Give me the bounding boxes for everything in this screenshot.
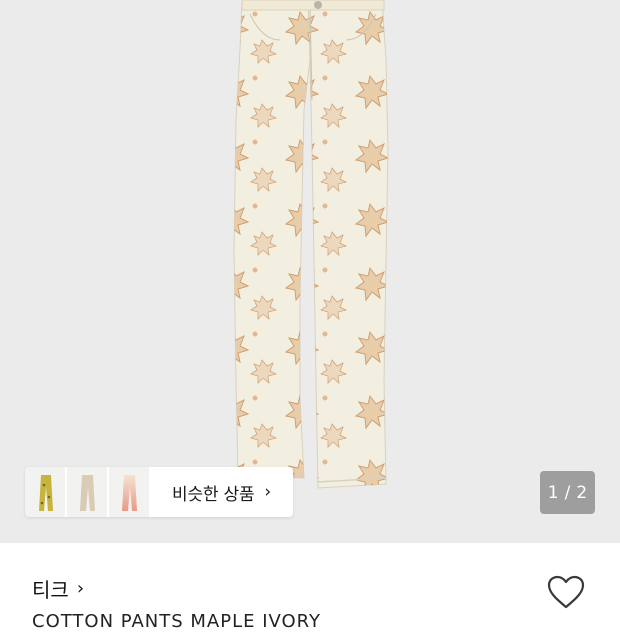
brand-name: 티크 bbox=[32, 578, 69, 602]
similar-thumbnail[interactable] bbox=[109, 467, 151, 517]
beige-pants-thumbnail bbox=[80, 475, 95, 511]
chevron-right-icon: › bbox=[264, 482, 272, 502]
leaf-print-pants-photo bbox=[233, 0, 389, 489]
similar-thumbnail[interactable] bbox=[25, 467, 67, 517]
chevron-right-icon: › bbox=[76, 578, 85, 599]
image-counter-total: 2 bbox=[576, 482, 588, 503]
similar-products-strip: 비슷한 상품 › bbox=[25, 467, 293, 517]
product-image-gallery[interactable]: 비슷한 상품 › 1 / 2 bbox=[0, 0, 620, 543]
heart-outline-icon bbox=[547, 575, 585, 609]
similar-thumbnail[interactable] bbox=[67, 467, 109, 517]
pink-gradient-pants-thumbnail bbox=[122, 475, 137, 511]
image-counter: 1 / 2 bbox=[540, 471, 595, 514]
similar-products-label: 비슷한 상품 bbox=[172, 484, 255, 505]
image-counter-separator: / bbox=[564, 482, 571, 503]
product-name: COTTON PANTS MAPLE IVORY bbox=[32, 611, 322, 632]
similar-products-button[interactable]: 비슷한 상품 › bbox=[151, 467, 293, 517]
wishlist-button[interactable] bbox=[546, 574, 586, 612]
image-counter-current: 1 bbox=[547, 482, 559, 503]
brand-link[interactable]: 티크 › bbox=[32, 574, 84, 603]
yellow-print-pants-thumbnail bbox=[39, 475, 53, 511]
